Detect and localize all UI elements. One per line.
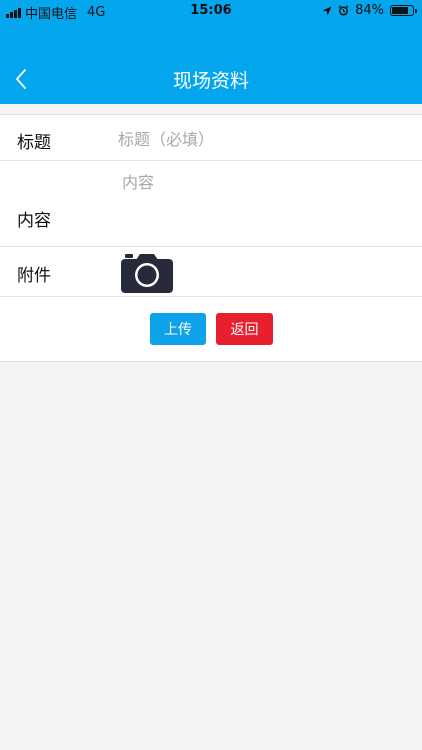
page-title: 现场资料 [172,70,249,92]
navigation-bar: 现场资料 [0,22,422,104]
title-label: 标题 [17,133,51,153]
battery-icon [390,5,417,16]
content-label: 内容 [17,211,51,231]
content-input[interactable] [118,169,410,239]
title-row: 标题 [0,115,422,161]
attachment-label: 附件 [17,266,51,286]
camera-icon[interactable] [121,253,173,293]
upload-button[interactable]: 上传 [150,313,206,345]
upload-form: 标题 内容 附件 上传 返回 [0,114,422,362]
status-bar: 中国电信 4G 15:06 84% [0,0,422,22]
back-button[interactable]: 返回 [216,313,273,345]
status-right: 84% [322,3,417,18]
battery-percent: 84% [355,3,384,18]
title-input[interactable] [118,127,410,151]
attachment-row: 附件 [0,247,422,297]
location-arrow-icon [322,6,332,15]
actions-row: 上传 返回 [0,297,422,361]
battery-fill [392,7,408,14]
alarm-icon [338,5,349,16]
content-row: 内容 [0,161,422,247]
